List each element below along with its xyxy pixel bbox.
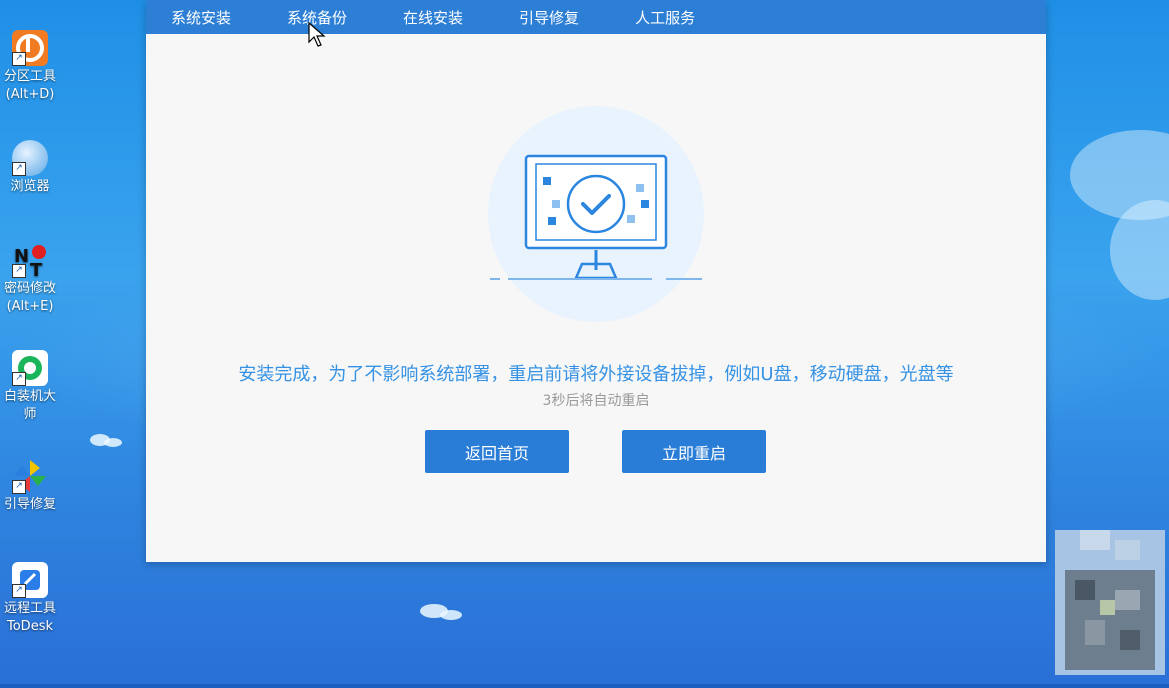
blurred-qr-area	[1055, 530, 1165, 675]
partition-tool-icon: ↗	[12, 30, 48, 66]
install-complete-illustration	[486, 104, 706, 324]
desktop-icon-label: 分区工具	[3, 69, 56, 84]
desktop-icon-password-change[interactable]: NT ↗ 密码修改 (Alt+E)	[0, 242, 60, 316]
todesk-icon: ↗	[12, 562, 48, 598]
monitor-check-icon	[488, 106, 704, 322]
svg-text:T: T	[30, 260, 43, 278]
desktop-icon-boot-repair[interactable]: ↗ 引导修复	[0, 458, 60, 514]
tab-boot-repair[interactable]: 引导修复	[519, 7, 579, 28]
pinwheel-icon: ↗	[12, 458, 48, 494]
nt-password-icon: NT ↗	[12, 242, 48, 281]
shortcut-arrow-icon: ↗	[12, 264, 26, 278]
shortcut-arrow-icon: ↗	[12, 480, 26, 494]
desktop-icon-sublabel: (Alt+E)	[6, 299, 54, 314]
desktop-icon-label: 白装机大师	[3, 389, 56, 422]
cloud-decoration	[440, 610, 462, 620]
install-complete-message: 安装完成，为了不影响系统部署，重启前请将外接设备拔掉，例如U盘，移动硬盘，光盘等	[238, 364, 954, 385]
desktop-icon-label: 引导修复	[3, 497, 56, 512]
tab-system-install[interactable]: 系统安装	[171, 7, 231, 28]
mouse-cursor-icon	[308, 22, 326, 47]
desktop-icon-sublabel: (Alt+D)	[5, 87, 55, 102]
shortcut-arrow-icon: ↗	[12, 584, 26, 598]
desktop-icon-install-master[interactable]: ↗ 白装机大师	[0, 350, 60, 424]
restart-now-button[interactable]: 立即重启	[622, 430, 766, 473]
shortcut-arrow-icon: ↗	[12, 52, 26, 66]
installer-window: 系统安装 系统备份 在线安装 引导修复 人工服务 安装完成，为了不影响系统部署，…	[146, 0, 1046, 562]
browser-globe-icon: ↗	[12, 140, 48, 176]
tab-online-install[interactable]: 在线安装	[403, 7, 463, 28]
desktop-icon-sublabel: ToDesk	[7, 619, 53, 634]
back-home-button[interactable]: 返回首页	[425, 430, 569, 473]
shortcut-arrow-icon: ↗	[12, 372, 26, 386]
tab-customer-service[interactable]: 人工服务	[635, 7, 695, 28]
taskbar-edge	[0, 684, 1169, 688]
top-tab-bar: 系统安装 系统备份 在线安装 引导修复 人工服务	[146, 0, 1046, 34]
restart-countdown: 3秒后将自动重启	[542, 393, 650, 409]
desktop-icon-todesk[interactable]: ↗ 远程工具 ToDesk	[0, 562, 60, 636]
desktop-icon-label: 密码修改	[3, 281, 56, 296]
desktop-icon-label: 远程工具	[3, 601, 56, 616]
desktop-icon-browser[interactable]: ↗ 浏览器	[0, 140, 60, 196]
cloud-decoration	[104, 438, 122, 447]
install-master-icon: ↗	[12, 350, 48, 386]
desktop-icon-partition-tool[interactable]: ↗ 分区工具 (Alt+D)	[0, 30, 60, 104]
shortcut-arrow-icon: ↗	[12, 162, 26, 176]
desktop-icon-label: 浏览器	[10, 179, 50, 194]
